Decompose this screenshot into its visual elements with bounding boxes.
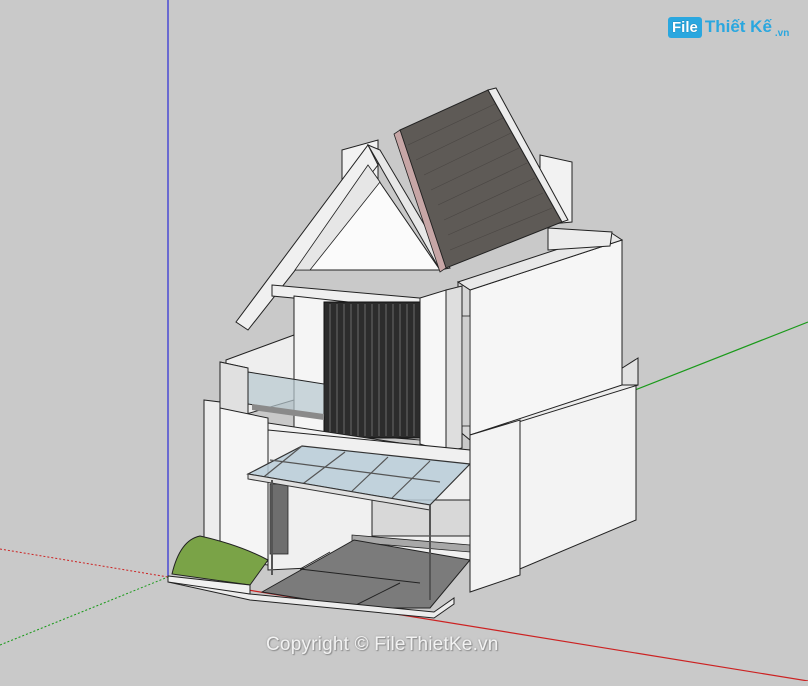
ground-left-wall (203, 399, 221, 561)
ground-left-wall-inner (219, 407, 269, 566)
facade-fin-side (445, 285, 463, 453)
upper-right-rim (547, 227, 613, 251)
fin-window (461, 315, 471, 427)
red-axis-dotted (0, 548, 169, 578)
sketchup-viewport[interactable] (0, 0, 808, 682)
logo-domain-text: .vn (774, 28, 790, 39)
filethietke-logo: File Thiết Kế .vn (668, 12, 789, 42)
model-canvas[interactable] (0, 0, 808, 682)
green-axis (629, 321, 808, 393)
right-ground-wall (469, 419, 521, 593)
copyright-watermark: Copyright © FileThietKe.vn (266, 634, 499, 655)
green-axis-dotted (0, 576, 169, 646)
logo-brand-text: Thiết Kế (704, 17, 772, 36)
logo-box-text: File (668, 16, 702, 38)
facade-fin-front (419, 289, 447, 453)
